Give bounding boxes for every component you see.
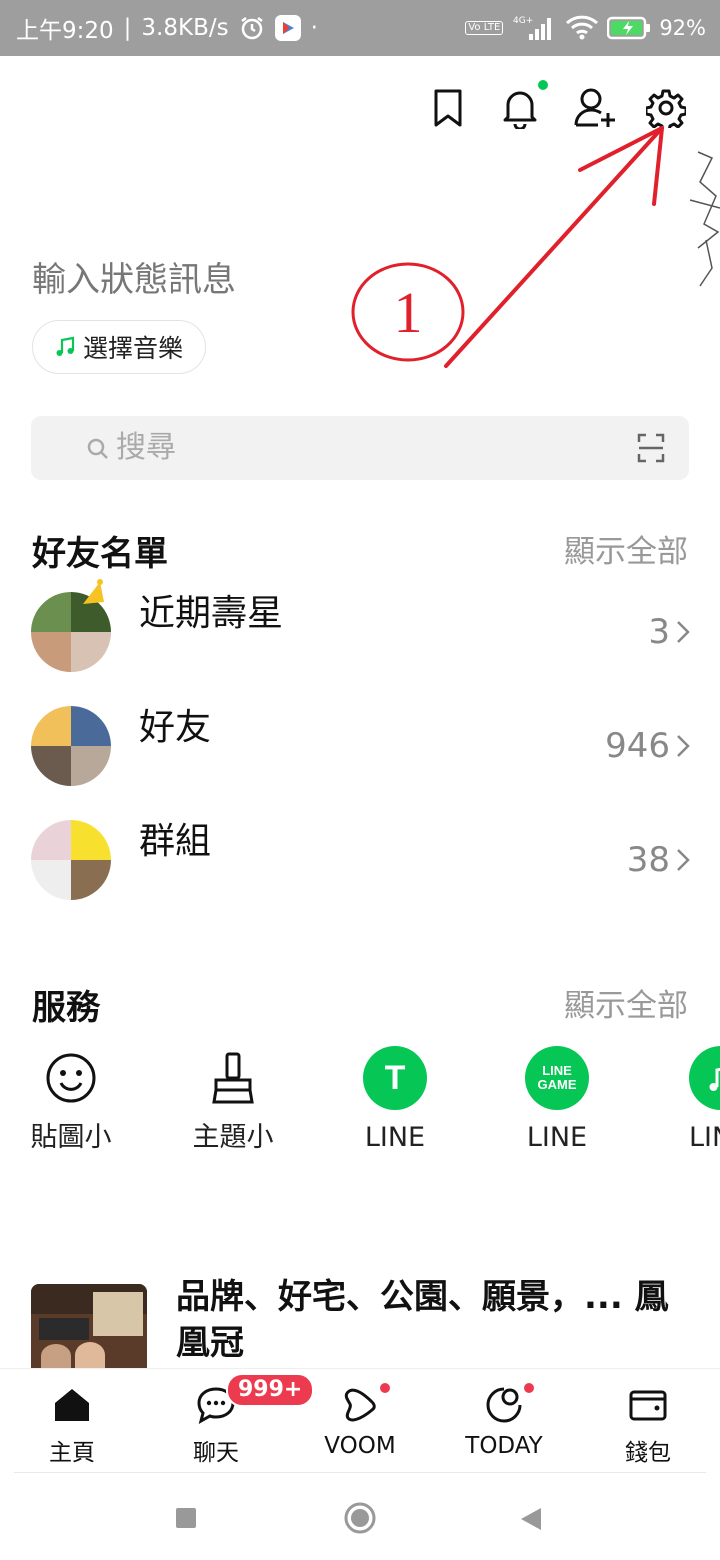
row-label: 群組 bbox=[139, 821, 212, 862]
friends-row-friends[interactable]: 好友 946 bbox=[0, 692, 720, 804]
row-count: 946 bbox=[605, 726, 690, 766]
row-count: 3 bbox=[648, 612, 690, 652]
back-button[interactable] bbox=[520, 1507, 542, 1535]
tab-home[interactable]: 主頁 bbox=[2, 1383, 142, 1467]
tab-label: VOOM bbox=[324, 1433, 396, 1459]
annotation-number: 1 bbox=[394, 280, 423, 345]
bookmark-icon bbox=[434, 89, 462, 127]
service-line-taxi[interactable]: T LINE bbox=[335, 1040, 455, 1156]
chevron-right-icon bbox=[677, 621, 690, 643]
service-label: LINE bbox=[364, 1122, 426, 1153]
news-thumbnail[interactable] bbox=[31, 1284, 147, 1368]
annotation-arrow-head bbox=[578, 126, 664, 206]
party-hat-icon bbox=[83, 579, 104, 604]
triangle-back-icon bbox=[521, 1508, 541, 1530]
bookmark-button[interactable] bbox=[424, 84, 472, 132]
today-icon bbox=[434, 1383, 574, 1427]
notifications-button[interactable] bbox=[496, 80, 548, 132]
annotation-circle bbox=[351, 262, 465, 362]
line-music-icon bbox=[689, 1046, 720, 1110]
play-store-icon bbox=[274, 15, 301, 41]
search-placeholder: 搜尋 bbox=[116, 430, 176, 465]
chevron-right-icon bbox=[677, 735, 690, 757]
chat-icon: 999+ bbox=[146, 1373, 315, 1427]
recent-apps-button[interactable] bbox=[176, 1508, 196, 1532]
smiley-icon bbox=[39, 1046, 103, 1110]
circle-icon bbox=[344, 1502, 376, 1534]
voom-dot bbox=[380, 1383, 390, 1393]
row-count: 38 bbox=[627, 840, 690, 880]
row-label: 好友 bbox=[139, 707, 212, 748]
service-label: LINE bbox=[526, 1122, 588, 1153]
scribble-marks bbox=[689, 151, 720, 287]
tab-voom[interactable]: VOOM bbox=[290, 1383, 430, 1459]
row-label: 近期壽星 bbox=[139, 593, 284, 634]
service-label: 主題小 bbox=[192, 1122, 274, 1153]
friends-title: 好友名單 bbox=[32, 534, 168, 574]
battery-icon bbox=[607, 16, 651, 40]
clock: 上午9:20 bbox=[16, 18, 114, 44]
friends-show-all[interactable]: 顯示全部 bbox=[564, 526, 688, 571]
bell-icon bbox=[503, 91, 537, 129]
service-line-music[interactable]: LIN bbox=[659, 1040, 720, 1156]
tab-chat[interactable]: 999+ 聊天 bbox=[146, 1373, 315, 1467]
service-label: LIN bbox=[689, 1122, 720, 1153]
brush-icon bbox=[201, 1046, 265, 1110]
groups-avatar bbox=[31, 820, 111, 900]
friends-row-groups[interactable]: 群組 38 bbox=[0, 806, 720, 918]
tab-today[interactable]: TODAY bbox=[434, 1383, 574, 1459]
services-title: 服務 bbox=[32, 988, 100, 1028]
service-theme-shop[interactable]: 主題小 bbox=[173, 1040, 293, 1156]
service-sticker-shop[interactable]: 貼圖小 bbox=[11, 1040, 131, 1156]
friends-row-birthdays[interactable]: 近期壽星 3 bbox=[0, 578, 720, 690]
square-icon bbox=[176, 1508, 196, 1528]
scan-icon[interactable] bbox=[637, 433, 665, 463]
tab-wallet[interactable]: 錢包 bbox=[578, 1383, 718, 1467]
nav-divider bbox=[14, 1472, 706, 1473]
battery-percent: 92% bbox=[659, 16, 706, 40]
tab-label: 聊天 bbox=[193, 1440, 239, 1466]
volte-icon: Vo LTE bbox=[465, 21, 504, 35]
news-title[interactable]: 品牌、好宅、公園、願景，... 鳳凰冠 bbox=[176, 1274, 676, 1366]
network-speed: 3.8KB/s bbox=[141, 15, 229, 41]
annotation-arrow-line bbox=[444, 126, 664, 368]
add-friend-button[interactable] bbox=[572, 84, 620, 132]
signal-icon: 4G+ bbox=[511, 14, 557, 42]
add-friend-icon bbox=[574, 88, 615, 127]
tab-label: 錢包 bbox=[625, 1440, 671, 1466]
settings-button[interactable] bbox=[642, 84, 690, 132]
home-icon bbox=[2, 1383, 142, 1427]
select-music-label: 選擇音樂 bbox=[83, 334, 184, 363]
status-bar: 上午9:20 | 3.8KB/s · Vo LTE 4G+ 92% bbox=[0, 0, 720, 56]
status-message-input[interactable]: 輸入狀態訊息 bbox=[32, 252, 236, 301]
tab-label: 主頁 bbox=[49, 1440, 95, 1466]
line-taxi-icon: T bbox=[363, 1046, 427, 1110]
voom-icon bbox=[290, 1383, 430, 1427]
service-line-game[interactable]: LINE GAME LINE bbox=[497, 1040, 617, 1156]
bottom-navigation: 主頁 999+ 聊天 VOOM TODAY 錢包 bbox=[0, 1368, 720, 1472]
friends-avatar bbox=[31, 706, 111, 786]
svg-text:4G+: 4G+ bbox=[513, 16, 533, 26]
system-navigation bbox=[0, 1474, 720, 1560]
select-music-button[interactable]: 選擇音樂 bbox=[32, 320, 207, 374]
chevron-right-icon bbox=[677, 849, 690, 871]
search-input[interactable]: 搜尋 bbox=[31, 416, 689, 480]
music-note-icon bbox=[56, 336, 75, 356]
services-show-all[interactable]: 顯示全部 bbox=[564, 980, 688, 1025]
tab-label: TODAY bbox=[465, 1433, 543, 1459]
line-game-icon: LINE GAME bbox=[525, 1046, 589, 1110]
today-dot bbox=[524, 1383, 534, 1393]
dot-icon: · bbox=[310, 15, 318, 41]
home-system-button[interactable] bbox=[344, 1502, 376, 1538]
wifi-icon bbox=[565, 15, 599, 41]
search-icon bbox=[87, 438, 108, 459]
gear-icon bbox=[646, 89, 686, 128]
alarm-icon bbox=[239, 15, 265, 41]
service-label: 貼圖小 bbox=[30, 1122, 112, 1153]
wallet-icon bbox=[578, 1383, 718, 1427]
notification-dot bbox=[538, 80, 548, 90]
